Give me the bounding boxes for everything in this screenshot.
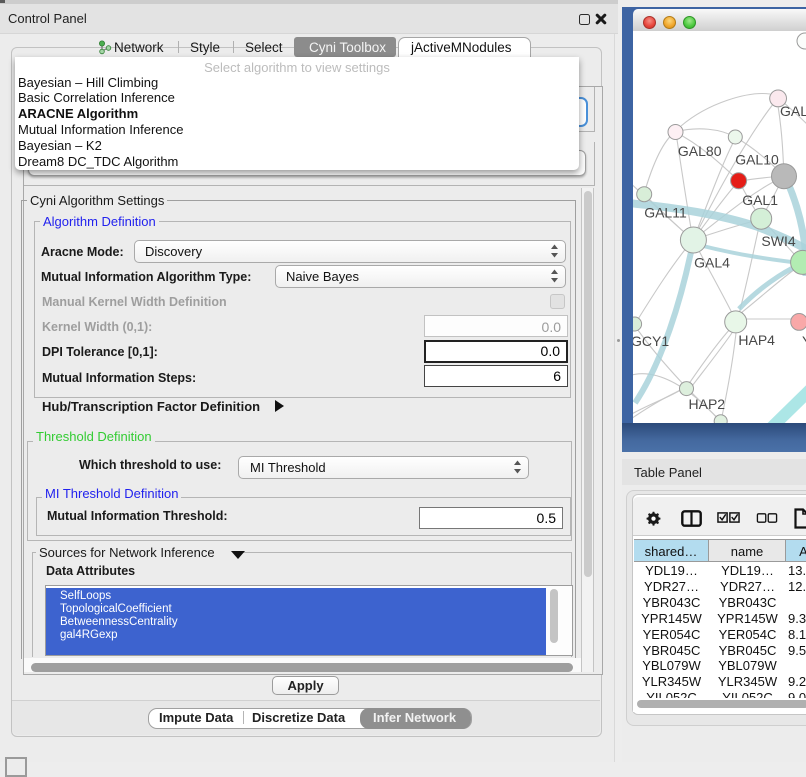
svg-text:GAL1: GAL1 — [742, 192, 778, 208]
svg-text:HAP2: HAP2 — [689, 396, 726, 412]
svg-text:GAL11: GAL11 — [644, 204, 687, 220]
svg-text:GAL10: GAL10 — [735, 151, 779, 167]
svg-text:YM: YM — [802, 333, 806, 349]
svg-text:HAP4: HAP4 — [738, 332, 775, 348]
svg-text:GAL2: GAL2 — [780, 103, 806, 119]
svg-text:SWI4: SWI4 — [761, 233, 795, 249]
svg-text:GCY1: GCY1 — [633, 333, 669, 349]
svg-text:GAL80: GAL80 — [678, 143, 722, 159]
svg-text:GAL4: GAL4 — [694, 255, 730, 271]
